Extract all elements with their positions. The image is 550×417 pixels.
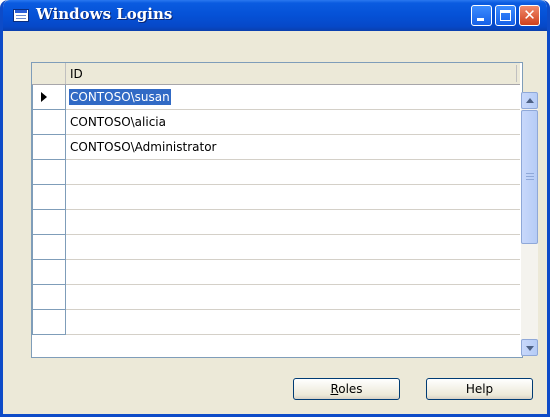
- row-selector[interactable]: [32, 260, 66, 285]
- id-cell[interactable]: [66, 160, 520, 185]
- table-window-icon: [13, 9, 29, 22]
- id-value: CONTOSO\Administrator: [70, 140, 217, 154]
- minimize-button[interactable]: [471, 5, 492, 26]
- help-button[interactable]: Help: [426, 378, 533, 400]
- row-selector[interactable]: [32, 135, 66, 160]
- id-cell[interactable]: CONTOSO\alicia: [66, 110, 520, 135]
- scroll-down-icon: [526, 346, 534, 351]
- scroll-down-button[interactable]: [521, 339, 538, 356]
- vertical-scrollbar[interactable]: [521, 92, 538, 356]
- row-selector[interactable]: [32, 185, 66, 210]
- windows-logins-window: Windows Logins ✕ ID CONTOSO\susan CONTOSO…: [0, 0, 550, 417]
- maximize-button[interactable]: [495, 5, 516, 26]
- id-cell[interactable]: [66, 310, 520, 335]
- header-divider: [516, 65, 517, 82]
- table-row[interactable]: [32, 210, 522, 235]
- id-cell[interactable]: [66, 185, 520, 210]
- column-header-id[interactable]: ID: [70, 67, 83, 81]
- window-title: Windows Logins: [36, 5, 173, 23]
- roles-button[interactable]: Roles: [293, 378, 400, 400]
- minimize-icon: [477, 18, 484, 21]
- scroll-up-button[interactable]: [521, 92, 538, 109]
- id-cell[interactable]: [66, 235, 520, 260]
- current-row-pointer-icon: [41, 92, 47, 102]
- table-row[interactable]: CONTOSO\susan: [32, 85, 522, 110]
- row-selector[interactable]: [32, 110, 66, 135]
- table-row[interactable]: [32, 260, 522, 285]
- header-corner: [32, 63, 66, 84]
- scroll-thumb[interactable]: [521, 110, 538, 244]
- id-cell[interactable]: [66, 285, 520, 310]
- row-selector[interactable]: [32, 310, 66, 335]
- scroll-up-icon: [526, 98, 534, 103]
- row-selector[interactable]: [32, 285, 66, 310]
- table-row[interactable]: [32, 310, 522, 335]
- table-row[interactable]: CONTOSO\alicia: [32, 110, 522, 135]
- id-cell[interactable]: [66, 210, 520, 235]
- row-selector[interactable]: [32, 235, 66, 260]
- id-cell[interactable]: [66, 260, 520, 285]
- row-selector[interactable]: [32, 85, 66, 110]
- title-bar[interactable]: Windows Logins ✕: [3, 0, 547, 31]
- id-value: CONTOSO\susan: [69, 89, 171, 105]
- id-cell[interactable]: CONTOSO\Administrator: [66, 135, 520, 160]
- logins-table: ID CONTOSO\susan CONTOSO\alicia CONTOSO\Ad…: [31, 62, 523, 358]
- table-row[interactable]: [32, 185, 522, 210]
- table-row[interactable]: [32, 285, 522, 310]
- roles-label: oles: [338, 382, 363, 396]
- table-row[interactable]: [32, 160, 522, 185]
- id-cell[interactable]: CONTOSO\susan: [66, 85, 520, 110]
- id-value: CONTOSO\alicia: [70, 115, 166, 129]
- table-row[interactable]: CONTOSO\Administrator: [32, 135, 522, 160]
- close-button[interactable]: ✕: [519, 5, 540, 26]
- row-selector[interactable]: [32, 210, 66, 235]
- table-header: ID: [32, 63, 520, 85]
- row-selector[interactable]: [32, 160, 66, 185]
- table-row[interactable]: [32, 235, 522, 260]
- maximize-icon: [500, 10, 511, 21]
- close-icon: ✕: [523, 6, 536, 24]
